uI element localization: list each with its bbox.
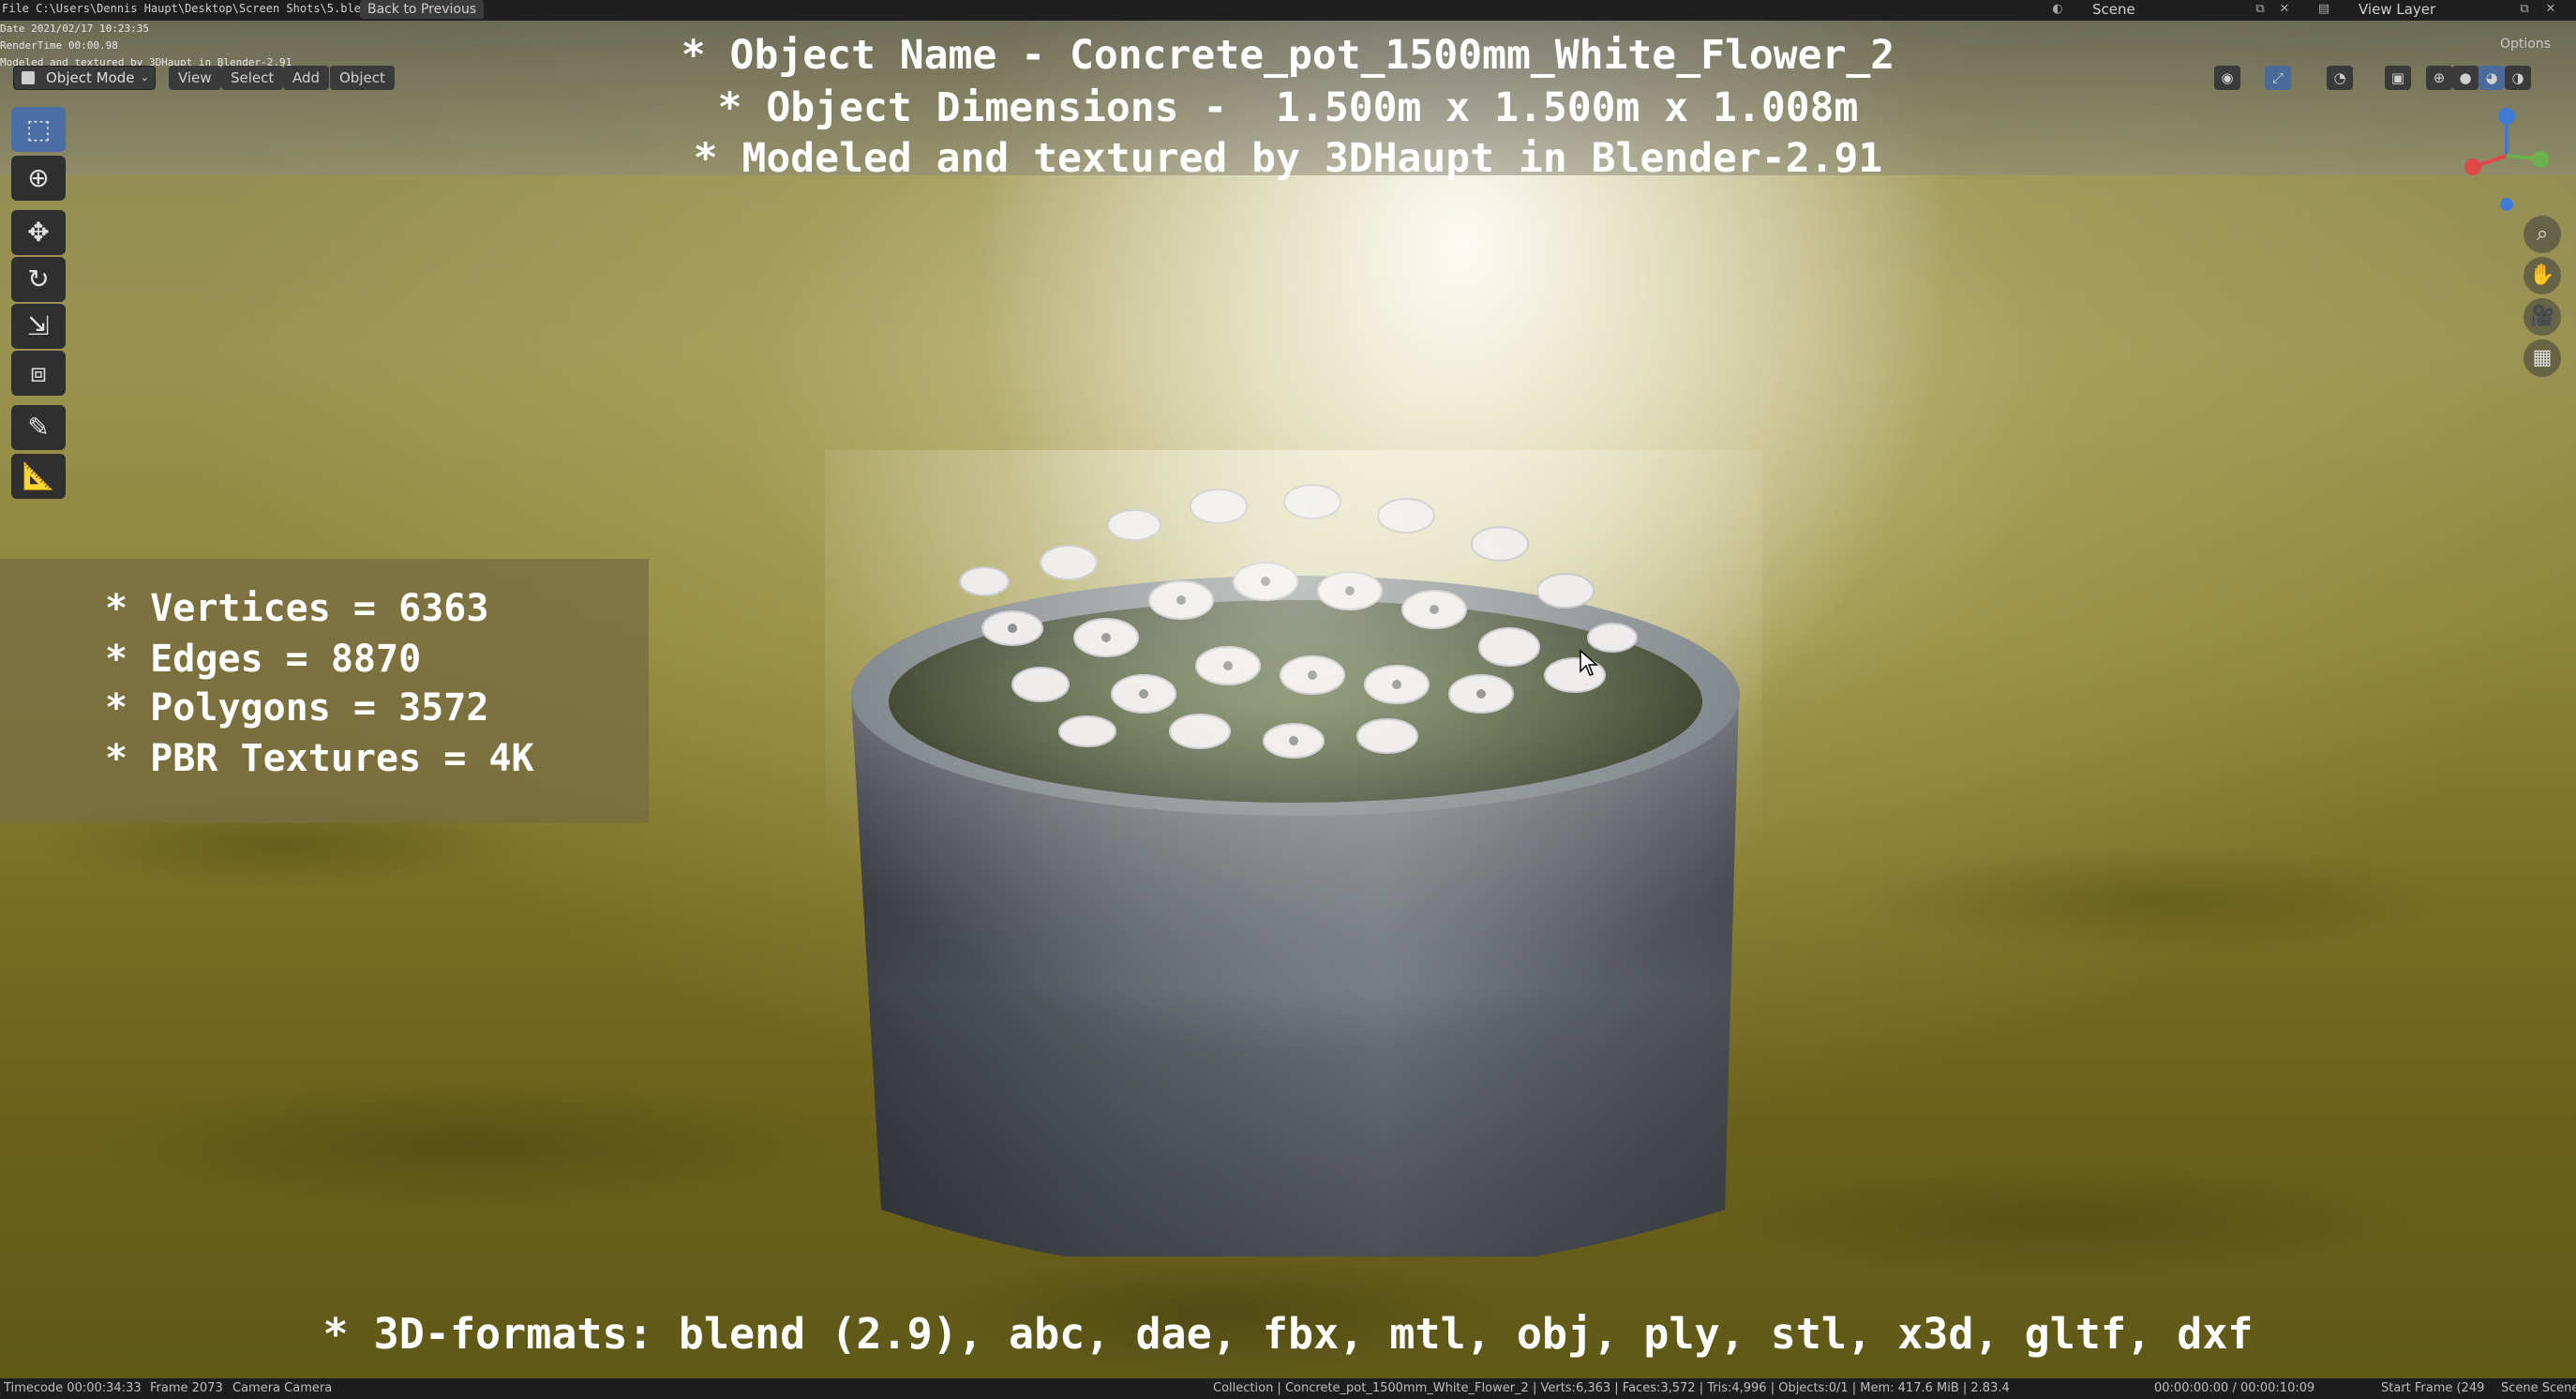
- menu-add[interactable]: Add: [283, 66, 330, 90]
- annotate-tool-icon[interactable]: ✎: [11, 405, 66, 450]
- stat-polygons: * Polygons = 3572: [105, 686, 489, 730]
- object-mode-dropdown[interactable]: Object Mode ⌄: [13, 66, 156, 90]
- view-layer-browse-icon[interactable]: ▤: [2315, 2, 2332, 17]
- delete-scene-icon[interactable]: ✕: [2276, 2, 2293, 17]
- view-object-types-icon[interactable]: ◉: [2214, 66, 2240, 90]
- author-credit-title: * Modeled and textured by 3DHaupt in Ble…: [693, 135, 1883, 182]
- render-time: RenderTime 00:00.98: [0, 39, 118, 52]
- mouse-cursor-icon: [1580, 649, 1598, 676]
- rendered-shading-icon[interactable]: ◑: [2505, 66, 2531, 90]
- object-dimensions-title: * Object Dimensions - 1.500m x 1.500m x …: [717, 84, 1859, 131]
- wireframe-shading-icon[interactable]: ⊕: [2426, 66, 2452, 90]
- stats-overlay: * Vertices = 6363 * Edges = 8870 * Polyg…: [0, 559, 649, 823]
- status-bar: Timecode 00:00:34:33 Frame 2073 Camera C…: [0, 1378, 2576, 1399]
- stat-textures: * PBR Textures = 4K: [105, 737, 534, 780]
- axis-x-icon: [2464, 158, 2481, 175]
- new-view-layer-icon[interactable]: ⧉: [2516, 2, 2533, 17]
- new-scene-icon[interactable]: ⧉: [2252, 2, 2269, 17]
- render-metadata: Date 2021/02/17 10:23:35 RenderTime 00:0…: [0, 21, 292, 71]
- overlays-toggle-icon[interactable]: ◔: [2327, 66, 2353, 90]
- stat-edges: * Edges = 8870: [105, 638, 422, 681]
- axis-y-icon: [2532, 151, 2549, 168]
- axis-z-icon: [2498, 108, 2515, 125]
- formats-caption: * 3D-formats: blend (2.9), abc, dae, fbx…: [322, 1309, 2254, 1359]
- scale-tool-icon[interactable]: ⇲: [11, 304, 66, 349]
- top-header-bar: File C:\Users\Dennis Haupt\Desktop\Scree…: [0, 0, 2576, 21]
- back-to-previous-button[interactable]: Back to Previous: [360, 0, 485, 19]
- file-path-text: File C:\Users\Dennis Haupt\Desktop\Scree…: [2, 2, 375, 15]
- measure-tool-icon[interactable]: 📐: [11, 454, 66, 499]
- viewport-header-tools: ◉ ⤢ ◔ ▣ ⊕ ● ◕ ◑: [2214, 66, 2538, 90]
- rotate-tool-icon[interactable]: ↻: [11, 257, 66, 302]
- zoom-view-icon[interactable]: ⌕: [2524, 216, 2561, 253]
- frame-text: Frame 2073: [150, 1381, 223, 1395]
- start-frame-text: Start Frame (249: [2381, 1381, 2485, 1395]
- menu-view[interactable]: View: [169, 66, 221, 90]
- ortho-toggle-icon[interactable]: ▦: [2524, 339, 2561, 377]
- gizmo-toggle-icon[interactable]: ⤢: [2265, 66, 2291, 90]
- scene-statistics-text: Collection | Concrete_pot_1500mm_White_F…: [1213, 1381, 2010, 1395]
- move-tool-icon[interactable]: ✥: [11, 210, 66, 255]
- solid-shading-icon[interactable]: ●: [2452, 66, 2479, 90]
- menu-select[interactable]: Select: [221, 66, 284, 90]
- select-box-tool-icon[interactable]: ⬚: [11, 107, 66, 152]
- navigation-gizmo[interactable]: [2458, 101, 2570, 223]
- pan-view-icon[interactable]: ✋: [2524, 257, 2561, 294]
- scene-right-text: Scene Scene: [2501, 1381, 2576, 1395]
- timecode-text: Timecode 00:00:34:33: [4, 1381, 142, 1395]
- cursor-tool-icon[interactable]: ⊕: [11, 156, 66, 201]
- concrete-pot-object[interactable]: [825, 450, 1762, 1256]
- chevron-down-icon: ⌄: [140, 71, 149, 83]
- view-layer-name-field[interactable]: View Layer: [2359, 1, 2435, 18]
- transform-tool-icon[interactable]: ⧈: [11, 351, 66, 396]
- render-date: Date 2021/02/17 10:23:35: [0, 23, 149, 35]
- menu-object[interactable]: Object: [330, 66, 395, 90]
- time-range-text: 00:00:00:00 / 00:00:10:09: [2154, 1381, 2315, 1395]
- camera-text: Camera Camera: [232, 1381, 333, 1395]
- material-preview-shading-icon[interactable]: ◕: [2479, 66, 2505, 90]
- scene-name-field[interactable]: Scene: [2092, 1, 2135, 18]
- xray-toggle-icon[interactable]: ▣: [2385, 66, 2411, 90]
- camera-view-icon[interactable]: 🎥: [2524, 298, 2561, 336]
- delete-view-layer-icon[interactable]: ✕: [2542, 2, 2559, 17]
- scene-browse-icon[interactable]: ◐: [2049, 2, 2066, 17]
- overlay-title-band: * Object Name - Concrete_pot_1500mm_Whit…: [0, 21, 2576, 182]
- stat-vertices: * Vertices = 6363: [105, 587, 489, 630]
- object-mode-icon: [22, 71, 35, 84]
- object-mode-label: Object Mode: [46, 69, 135, 86]
- options-dropdown[interactable]: Options: [2482, 34, 2569, 54]
